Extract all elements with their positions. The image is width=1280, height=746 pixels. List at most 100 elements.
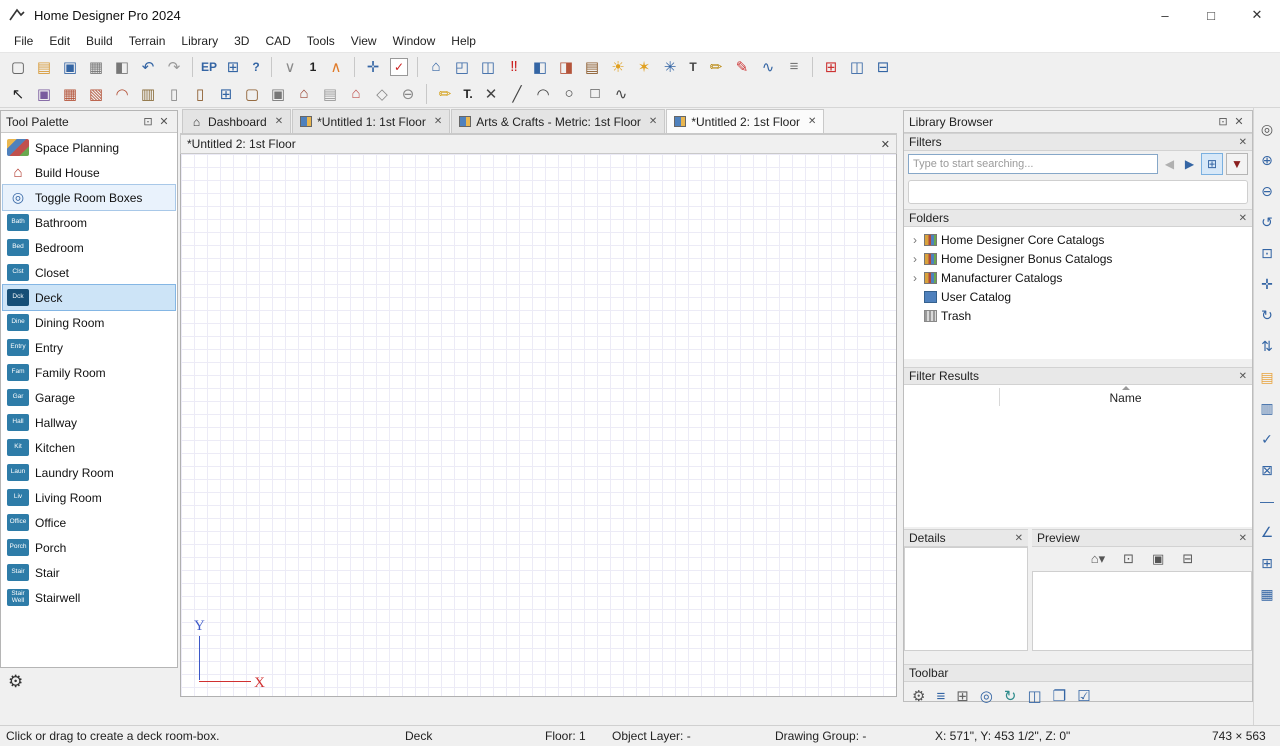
- filter-button[interactable]: ▼: [1226, 153, 1248, 175]
- cross-section-icon[interactable]: ◧: [528, 55, 552, 79]
- draw-arc-icon[interactable]: ◠: [531, 82, 555, 106]
- close-button[interactable]: ✕: [1234, 0, 1280, 30]
- undo-zoom-icon[interactable]: ↺: [1256, 211, 1278, 233]
- preview-fill-window-icon[interactable]: ⊡: [1123, 551, 1134, 567]
- project-browser-icon[interactable]: ▥: [1256, 397, 1278, 419]
- palette-item-porch[interactable]: Porch Porch: [3, 535, 175, 560]
- menu-help[interactable]: Help: [443, 32, 484, 50]
- palette-item-laundry-room[interactable]: Laun Laundry Room: [3, 460, 175, 485]
- filter-results-list[interactable]: Name: [904, 385, 1252, 527]
- palette-item-toggle-room-boxes[interactable]: ◎ Toggle Room Boxes: [2, 184, 176, 211]
- menu-cad[interactable]: CAD: [257, 32, 298, 50]
- palette-item-bathroom[interactable]: Bath Bathroom: [3, 210, 175, 235]
- floor-up-icon[interactable]: ∧: [324, 55, 348, 79]
- menu-terrain[interactable]: Terrain: [121, 32, 174, 50]
- close-section-icon[interactable]: ✕: [1239, 371, 1247, 382]
- framing-overview-icon[interactable]: ▤: [580, 55, 604, 79]
- close-section-icon[interactable]: ✕: [1239, 533, 1247, 544]
- column-icon[interactable]: ▯: [162, 82, 186, 106]
- palette-item-entry[interactable]: Entry Entry: [3, 335, 175, 360]
- library-settings-gear-icon[interactable]: ⚙: [912, 687, 925, 705]
- toolbars-config-icon[interactable]: ⊞: [819, 55, 843, 79]
- thumbnails-icon[interactable]: ⊞: [956, 687, 969, 705]
- expander-icon[interactable]: ›: [910, 233, 920, 247]
- menu-library[interactable]: Library: [173, 32, 226, 50]
- menu-file[interactable]: File: [6, 32, 41, 50]
- open-plan-icon[interactable]: ▤: [32, 55, 56, 79]
- fireplace-icon[interactable]: ⌂: [292, 82, 316, 106]
- palette-item-dining-room[interactable]: Dine Dining Room: [3, 310, 175, 335]
- floor-down-icon[interactable]: ∨: [278, 55, 302, 79]
- palette-item-hallway[interactable]: Hall Hallway: [3, 410, 175, 435]
- angle-snaps-icon[interactable]: ∠: [1256, 521, 1278, 543]
- palette-item-build-house[interactable]: ⌂ Build House: [3, 160, 175, 185]
- close-panel-icon[interactable]: ✕: [156, 115, 172, 128]
- auto-check-plan-icon[interactable]: ✓: [390, 57, 409, 76]
- menu-edit[interactable]: Edit: [41, 32, 78, 50]
- edit-area-icon[interactable]: ⊠: [1256, 459, 1278, 481]
- undo-icon[interactable]: ↶: [136, 55, 160, 79]
- tab-arts-crafts-metric[interactable]: Arts & Crafts - Metric: 1st Floor ✕: [451, 109, 666, 133]
- active-defaults-icon[interactable]: ⊞: [221, 55, 245, 79]
- panel-layout-icon[interactable]: ⊟: [871, 55, 895, 79]
- curved-wall-icon[interactable]: ◠: [110, 82, 134, 106]
- library-browser-icon[interactable]: ▤: [1256, 366, 1278, 388]
- draw-line-icon[interactable]: ╱: [505, 82, 529, 106]
- dimension-tool-icon[interactable]: ✏: [433, 82, 457, 106]
- print-icon[interactable]: ▦: [84, 55, 108, 79]
- edit-list-icon[interactable]: ≡: [936, 688, 945, 705]
- palette-item-office[interactable]: Office Office: [3, 510, 175, 535]
- cabinet-tool-icon[interactable]: ▢: [240, 82, 264, 106]
- tab-close-icon[interactable]: ✕: [808, 116, 816, 127]
- search-back-icon[interactable]: ◀: [1161, 153, 1178, 175]
- palette-item-stair[interactable]: Stair Stair: [3, 560, 175, 585]
- plan-check-icon[interactable]: ✓: [1256, 428, 1278, 450]
- draw-box-icon[interactable]: □: [583, 82, 607, 106]
- zoom-out-icon[interactable]: ⊖: [1256, 180, 1278, 202]
- library-search-input[interactable]: [908, 154, 1158, 174]
- minimize-button[interactable]: –: [1142, 0, 1188, 30]
- expander-icon[interactable]: ›: [910, 271, 920, 285]
- edit-preferences-icon[interactable]: EP: [199, 55, 219, 79]
- select-objects-icon[interactable]: ↖: [6, 82, 30, 106]
- refresh-display-icon[interactable]: ↻: [1256, 304, 1278, 326]
- document-close-icon[interactable]: ✕: [881, 138, 890, 151]
- railing-icon[interactable]: ▥: [136, 82, 160, 106]
- redo-icon[interactable]: ↷: [162, 55, 186, 79]
- preferences-gear-icon[interactable]: ⚙: [8, 672, 23, 692]
- close-section-icon[interactable]: ✕: [1015, 533, 1023, 544]
- text-icon[interactable]: T.: [459, 82, 477, 106]
- menu-tools[interactable]: Tools: [299, 32, 343, 50]
- eraser-icon[interactable]: ⊖: [396, 82, 420, 106]
- menu-3d[interactable]: 3D: [226, 32, 257, 50]
- touch-pan-icon[interactable]: ✛: [361, 55, 385, 79]
- fixtures-icon[interactable]: ▣: [266, 82, 290, 106]
- tab-dashboard[interactable]: Dashboard ✕: [182, 109, 292, 133]
- fill-window-icon[interactable]: ⊡: [1256, 242, 1278, 264]
- palette-item-kitchen[interactable]: Kit Kitchen: [3, 435, 175, 460]
- walkthrough-icon[interactable]: ‼: [502, 55, 526, 79]
- preview-section-icon[interactable]: ⊟: [1182, 551, 1193, 567]
- close-panel-icon[interactable]: ✕: [1231, 115, 1247, 128]
- results-name-column-header[interactable]: Name: [999, 386, 1252, 405]
- roof-tool-icon[interactable]: ⌂: [344, 82, 368, 106]
- help-icon[interactable]: ?: [247, 55, 265, 79]
- palette-item-bedroom[interactable]: Bed Bedroom: [3, 235, 175, 260]
- folder-user-catalog[interactable]: User Catalog: [904, 287, 1252, 306]
- input-line-icon[interactable]: ✏: [704, 55, 728, 79]
- interior-wall-icon[interactable]: ▧: [84, 82, 108, 106]
- search-mode-button[interactable]: ⊞: [1201, 153, 1223, 175]
- close-section-icon[interactable]: ✕: [1239, 137, 1247, 148]
- search-forward-icon[interactable]: ▶: [1181, 153, 1198, 175]
- text-tool-icon[interactable]: T: [684, 55, 702, 79]
- menu-view[interactable]: View: [343, 32, 385, 50]
- object-snaps-icon[interactable]: ⊞: [1256, 552, 1278, 574]
- curve-tool-icon[interactable]: ∿: [756, 55, 780, 79]
- menu-window[interactable]: Window: [385, 32, 444, 50]
- stairs-icon[interactable]: ▤: [318, 82, 342, 106]
- add-light-icon[interactable]: ✶: [632, 55, 656, 79]
- panels-icon[interactable]: ◫: [1027, 687, 1041, 705]
- floor-plan-canvas[interactable]: Y X: [180, 154, 897, 697]
- adjust-lights-icon[interactable]: ✳: [658, 55, 682, 79]
- folder-trash[interactable]: Trash: [904, 306, 1252, 325]
